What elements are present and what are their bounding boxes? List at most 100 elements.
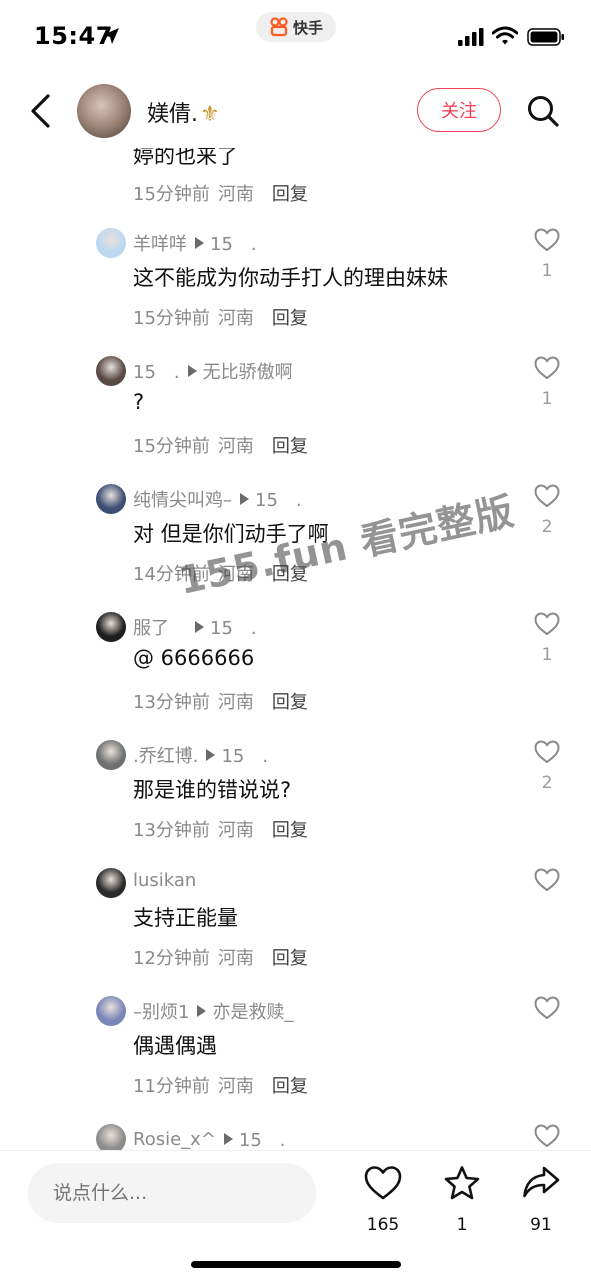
comment-item[interactable]: 15 . 无比骄傲啊? 15分钟前 河南 回复 1: [0, 354, 591, 482]
avatar[interactable]: [96, 228, 126, 258]
comment-location: 河南: [217, 948, 254, 969]
comment-text: 那是谁的错说说?: [133, 778, 292, 802]
comment-author-line: 羊咩咩 15 .: [133, 230, 257, 256]
comment-input[interactable]: [28, 1163, 316, 1223]
comment-author-line: 服了 15 .: [133, 614, 257, 640]
kuaishou-logo-icon: [270, 17, 288, 37]
reply-arrow-icon: [223, 1133, 233, 1145]
comment-text: @ 6666666: [133, 646, 255, 670]
comment-list[interactable]: 婷的也来了 15分钟前 河南 回复 羊咩咩 15 . 这不能成为你动手打人的理由妹妹 15…: [0, 148, 591, 1150]
reply-to-username[interactable]: 15 .: [255, 486, 302, 512]
app-indicator[interactable]: 快手: [256, 12, 336, 42]
comment-username[interactable]: 15 .: [133, 358, 180, 384]
reply-button[interactable]: 回复: [272, 564, 308, 585]
share-action[interactable]: 91: [516, 1163, 566, 1235]
avatar[interactable]: [96, 356, 126, 386]
share-arrow-icon: [523, 1166, 560, 1198]
comment-username[interactable]: Rosie_x^: [133, 1129, 216, 1150]
comment-username[interactable]: 服了: [133, 614, 187, 640]
comment-like-heart-icon[interactable]: [534, 484, 560, 508]
comment-item[interactable]: –别烦1 亦是救赎_ 偶遇偶遇 11分钟前 河南 回复: [0, 994, 591, 1122]
favorite-count: 1: [456, 1215, 468, 1235]
avatar[interactable]: [96, 1124, 126, 1150]
home-indicator[interactable]: [191, 1261, 401, 1268]
follow-button[interactable]: 关注: [417, 88, 501, 132]
avatar[interactable]: [96, 740, 126, 770]
avatar[interactable]: [96, 484, 126, 514]
comment-author-line: –别烦1 亦是救赎_: [133, 998, 293, 1024]
comment-item[interactable]: Rosie_x^ 15 .: [0, 1122, 591, 1150]
comment-time: 11分钟前: [133, 1076, 210, 1097]
reply-button[interactable]: 回复: [272, 1076, 308, 1097]
reply-to-username[interactable]: 亦是救赎_: [212, 998, 293, 1024]
comment-like-heart-icon[interactable]: [534, 228, 560, 252]
comment-time: 13分钟前: [133, 820, 210, 841]
comment-location: 河南: [217, 184, 254, 205]
comment-item[interactable]: 羊咩咩 15 . 这不能成为你动手打人的理由妹妹 15分钟前 河南 回复 1: [0, 226, 591, 354]
comment-item[interactable]: 纯情尖叫鸡– 15 . 对 但是你们动手了啊 14分钟前 河南 回复 2: [0, 482, 591, 610]
comment-author-line: Rosie_x^ 15 .: [133, 1126, 286, 1151]
comment-username[interactable]: 羊咩咩: [133, 230, 187, 256]
reply-button[interactable]: 回复: [272, 820, 308, 841]
comment-username[interactable]: lusikan: [133, 870, 196, 891]
reply-button[interactable]: 回复: [272, 436, 308, 457]
favorite-action[interactable]: 1: [437, 1163, 487, 1235]
comment-like-heart-icon[interactable]: [534, 1124, 560, 1148]
comment-location: 河南: [217, 692, 254, 713]
avatar[interactable]: [96, 868, 126, 898]
comment-username[interactable]: 纯情尖叫鸡–: [133, 486, 232, 512]
avatar[interactable]: [77, 84, 131, 138]
comment-location: 河南: [217, 436, 254, 457]
comment-like-count: 2: [541, 517, 553, 537]
comment-like-heart-icon[interactable]: [534, 356, 560, 380]
reply-button[interactable]: 回复: [272, 948, 308, 969]
cellular-signal-icon: [458, 28, 484, 46]
reply-arrow-icon: [240, 493, 249, 505]
comment-meta: 13分钟前 河南 回复: [133, 688, 308, 714]
share-count: 91: [530, 1215, 552, 1235]
comment-item[interactable]: .乔红博. 15 . 那是谁的错说说? 13分钟前 河南 回复 2: [0, 738, 591, 866]
comment-text: 偶遇偶遇: [133, 1034, 217, 1058]
comment-meta: 13分钟前 河南 回复: [133, 816, 308, 842]
reply-button[interactable]: 回复: [272, 692, 308, 713]
comment-author-line: 纯情尖叫鸡– 15 .: [133, 486, 302, 512]
reply-to-username[interactable]: 15 .: [210, 614, 257, 640]
comment-location: 河南: [217, 308, 254, 329]
app-name: 快手: [292, 18, 323, 37]
reply-button[interactable]: 回复: [272, 308, 308, 329]
comment-like-count: 2: [541, 773, 553, 793]
comment-location: 河南: [217, 1076, 254, 1097]
comment-like-heart-icon[interactable]: [534, 740, 560, 764]
comment-like-heart-icon[interactable]: [534, 612, 560, 636]
reply-arrow-icon: [195, 621, 204, 633]
comment-username[interactable]: .乔红博.: [133, 742, 198, 768]
comment-text: 婷的也来了: [133, 148, 238, 168]
comment-like-count: 1: [541, 389, 553, 409]
reply-to-username[interactable]: 15 .: [221, 742, 268, 768]
profile-username[interactable]: 媄倩.⚜: [147, 96, 220, 128]
status-bar: 15:47 快手: [0, 0, 591, 72]
comment-username[interactable]: –别烦1: [133, 998, 189, 1024]
comment-location: 河南: [217, 564, 254, 585]
profile-header: 媄倩.⚜ 关注: [0, 72, 591, 148]
back-arrow-icon[interactable]: [26, 92, 56, 130]
comment-time: 15分钟前: [133, 184, 210, 205]
reply-to-username[interactable]: 15 .: [239, 1126, 286, 1150]
reply-arrow-icon: [187, 365, 197, 377]
reply-to-username[interactable]: 15 .: [210, 230, 257, 256]
comment-like-heart-icon[interactable]: [534, 996, 560, 1020]
comment-item[interactable]: lusikan 支持正能量 12分钟前 河南 回复: [0, 866, 591, 994]
reply-button[interactable]: 回复: [272, 184, 308, 205]
comment-meta: 15分钟前 河南 回复: [133, 180, 308, 206]
comment-like-heart-icon[interactable]: [534, 868, 560, 892]
avatar[interactable]: [96, 996, 126, 1026]
like-action[interactable]: 165: [358, 1163, 408, 1235]
comment-item[interactable]: 服了 15 . @ 6666666 13分钟前 河南 回复 1: [0, 610, 591, 738]
search-icon[interactable]: [526, 94, 560, 128]
avatar[interactable]: [96, 612, 126, 642]
reply-arrow-icon: [206, 749, 216, 761]
reply-arrow-icon: [195, 237, 204, 249]
comment-text: 支持正能量: [133, 906, 238, 930]
comment-location: 河南: [217, 820, 254, 841]
reply-to-username[interactable]: 无比骄傲啊: [203, 358, 293, 384]
